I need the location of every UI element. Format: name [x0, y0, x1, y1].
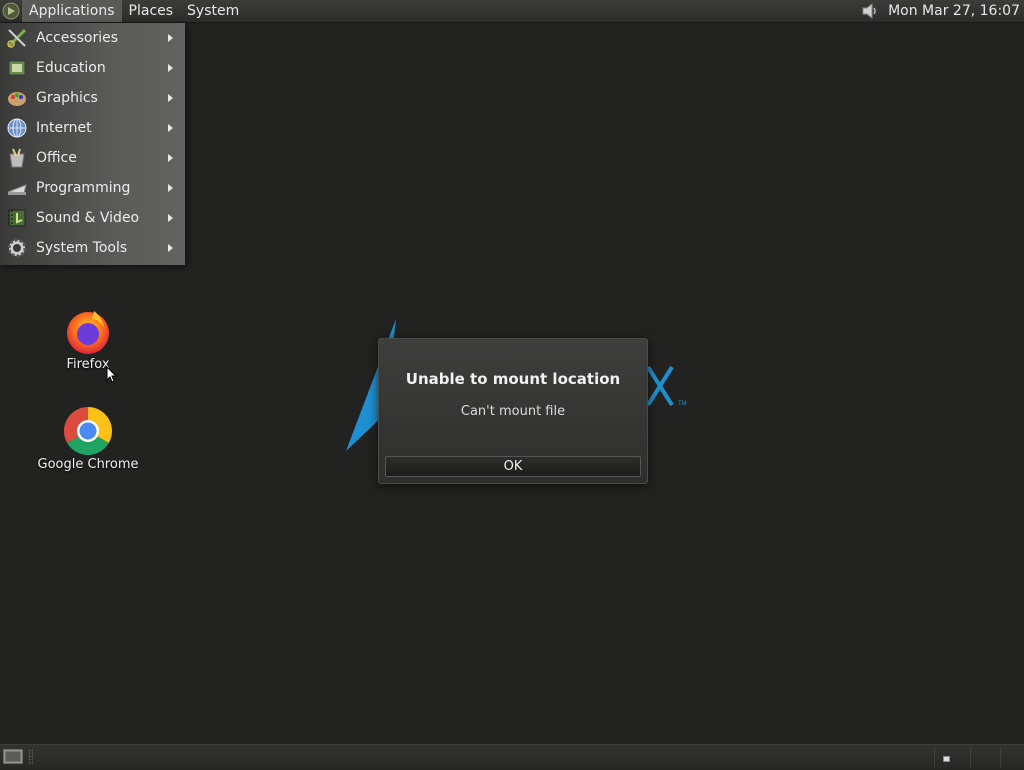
submenu-arrow-icon [168, 124, 173, 132]
dialog-title: Unable to mount location [405, 370, 621, 388]
menu-item-graphics[interactable]: Graphics [0, 83, 185, 113]
menu-item-sound-video[interactable]: Sound & Video [0, 203, 185, 233]
desktop-icon-label: Firefox [66, 357, 110, 372]
workspace-3[interactable] [1000, 747, 1024, 767]
dialog-message: Can't mount file [460, 404, 566, 419]
menu-item-label: Office [36, 150, 77, 166]
menu-item-accessories[interactable]: Accessories [0, 23, 185, 53]
sound-video-icon [6, 207, 28, 229]
submenu-arrow-icon [168, 94, 173, 102]
menu-item-label: Graphics [36, 90, 98, 106]
menu-item-label: Programming [36, 180, 131, 196]
workspace-1[interactable] [934, 747, 971, 767]
window-indicator-icon [943, 756, 950, 762]
submenu-arrow-icon [168, 64, 173, 72]
chrome-icon [33, 407, 143, 455]
system-menu[interactable]: System [180, 0, 246, 22]
menu-item-system-tools[interactable]: System Tools [0, 233, 185, 263]
menu-item-education[interactable]: Education [0, 53, 185, 83]
accessories-icon [6, 27, 28, 49]
clock[interactable]: Mon Mar 27, 16:07 [882, 3, 1024, 19]
menu-item-label: Accessories [36, 30, 119, 46]
ok-button[interactable]: OK [385, 456, 641, 477]
submenu-arrow-icon [168, 34, 173, 42]
menu-item-label: Education [36, 60, 106, 76]
office-icon [6, 147, 28, 169]
places-menu[interactable]: Places [122, 0, 181, 22]
firefox-icon [33, 307, 143, 355]
submenu-arrow-icon [168, 184, 173, 192]
error-dialog: Unable to mount location Can't mount fil… [378, 338, 648, 484]
show-desktop-icon[interactable] [2, 748, 24, 766]
distro-logo-icon[interactable] [0, 0, 22, 22]
menu-item-programming[interactable]: Programming [0, 173, 185, 203]
top-panel: Applications Places System Mon Mar 27, 1… [0, 0, 1024, 23]
globe-icon [6, 117, 28, 139]
menu-item-label: System Tools [36, 240, 128, 256]
programming-icon [6, 177, 28, 199]
desktop-icon-chrome[interactable]: Google Chrome [33, 407, 143, 472]
gear-icon [6, 237, 28, 259]
desktop-icon-label: Google Chrome [37, 457, 139, 472]
desktop-icon-firefox[interactable]: Firefox [33, 307, 143, 372]
applications-menu[interactable]: Applications [22, 0, 122, 22]
graphics-icon [6, 87, 28, 109]
svg-text:TM: TM [678, 401, 687, 407]
menu-item-internet[interactable]: Internet [0, 113, 185, 143]
panel-drag-handle[interactable] [28, 749, 33, 765]
speaker-icon[interactable] [858, 0, 882, 22]
submenu-arrow-icon [168, 214, 173, 222]
submenu-arrow-icon [168, 244, 173, 252]
education-icon [6, 57, 28, 79]
menu-item-label: Internet [36, 120, 92, 136]
applications-dropdown: Accessories Education Graphics Internet … [0, 23, 185, 265]
bottom-panel [0, 744, 1024, 769]
mouse-cursor-icon [106, 365, 118, 388]
menu-item-label: Sound & Video [36, 210, 140, 226]
menu-item-office[interactable]: Office [0, 143, 185, 173]
submenu-arrow-icon [168, 154, 173, 162]
